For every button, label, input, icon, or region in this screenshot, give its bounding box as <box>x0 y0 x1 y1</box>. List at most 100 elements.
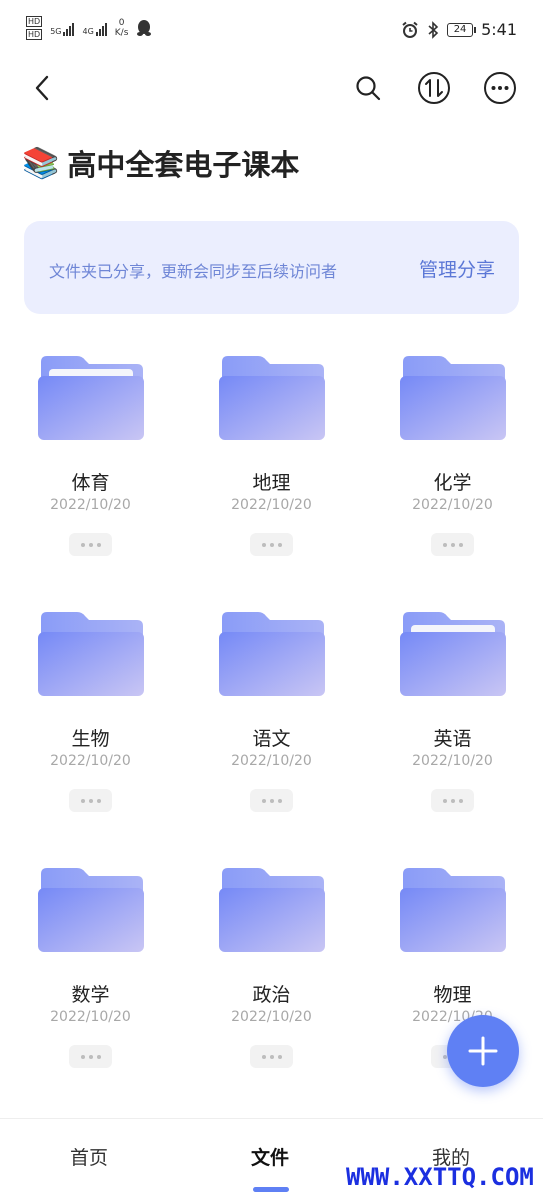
active-tab-indicator <box>253 1187 289 1192</box>
folder-icon <box>38 612 144 696</box>
search-button[interactable] <box>348 68 388 108</box>
speed-value: 0 <box>118 18 125 28</box>
folder-icon <box>219 612 325 696</box>
battery-icon: 24 <box>447 22 477 37</box>
battery-level: 24 <box>453 24 467 35</box>
clock: 5:41 <box>481 20 517 39</box>
sort-button[interactable] <box>414 68 454 108</box>
folder-item[interactable]: 语文 2022/10/20 <box>181 604 362 844</box>
dot-icon <box>261 1054 266 1059</box>
dot-icon <box>261 798 266 803</box>
folder-item[interactable]: 生物 2022/10/20 <box>0 604 181 844</box>
folder-item[interactable]: 体育 2022/10/20 <box>0 348 181 588</box>
network-2-label: 4G <box>82 27 94 36</box>
nav-home[interactable]: 首页 <box>70 1143 108 1170</box>
nav-files[interactable]: 文件 <box>251 1143 289 1170</box>
folder-more-button[interactable] <box>431 789 474 812</box>
dot-icon <box>442 1054 447 1059</box>
dot-icon <box>277 542 282 547</box>
dot-icon <box>277 1054 282 1059</box>
folder-name: 政治 <box>252 984 291 1006</box>
dot-icon <box>277 798 282 803</box>
top-bar <box>0 60 543 116</box>
dot-icon <box>88 542 93 547</box>
folder-item[interactable]: 化学 2022/10/20 <box>362 348 543 588</box>
folder-item[interactable]: 英语 2022/10/20 <box>362 604 543 844</box>
speed-unit: K/s <box>114 28 129 38</box>
sim-labels: HD HD <box>26 16 43 40</box>
dot-icon <box>458 542 463 547</box>
dot-icon <box>450 798 455 803</box>
dot-icon <box>442 542 447 547</box>
folder-name: 数学 <box>71 984 110 1006</box>
share-banner: 文件夹已分享，更新会同步至后续访问者 管理分享 <box>24 221 519 314</box>
folder-date: 2022/10/20 <box>50 1009 131 1025</box>
bluetooth-icon <box>428 20 439 39</box>
status-left: HD HD 5G 4G 0 K/s <box>26 16 152 40</box>
dot-icon <box>269 542 274 547</box>
folder-name: 生物 <box>71 728 110 750</box>
folder-more-button[interactable] <box>250 789 293 812</box>
dot-icon <box>96 542 101 547</box>
dot-icon <box>80 542 85 547</box>
folder-date: 2022/10/20 <box>231 1009 312 1025</box>
dot-icon <box>261 542 266 547</box>
folder-more-button[interactable] <box>69 789 112 812</box>
folder-more-button[interactable] <box>69 1045 112 1068</box>
folder-icon <box>219 868 325 952</box>
folder-more-button[interactable] <box>250 1045 293 1068</box>
folder-more-button[interactable] <box>431 533 474 556</box>
more-horizontal-icon <box>484 72 516 104</box>
folder-icon <box>400 356 506 440</box>
folder-name: 语文 <box>252 728 291 750</box>
folder-date: 2022/10/20 <box>412 1009 493 1025</box>
folder-name: 英语 <box>433 728 472 750</box>
dot-icon <box>269 1054 274 1059</box>
folder-more-button[interactable] <box>250 533 293 556</box>
dot-icon <box>458 798 463 803</box>
folder-item[interactable]: 地理 2022/10/20 <box>181 348 362 588</box>
dot-icon <box>80 1054 85 1059</box>
folder-item[interactable]: 数学 2022/10/20 <box>0 860 181 1100</box>
books-icon: 📚 <box>22 145 60 181</box>
back-button[interactable] <box>22 68 62 108</box>
folder-icon <box>219 356 325 440</box>
dot-icon <box>88 798 93 803</box>
watermark: WWW.XXTTQ.COM <box>346 1163 534 1191</box>
signal-2: 4G <box>82 20 107 36</box>
folder-name: 物理 <box>433 984 472 1006</box>
folder-name: 体育 <box>71 472 110 494</box>
folder-icon <box>400 868 506 952</box>
folder-item[interactable]: 政治 2022/10/20 <box>181 860 362 1100</box>
folder-more-button[interactable] <box>69 533 112 556</box>
dot-icon <box>96 1054 101 1059</box>
folder-icon <box>38 356 144 440</box>
signal-bars-1-icon <box>63 20 75 36</box>
folder-date: 2022/10/20 <box>231 753 312 769</box>
alarm-icon <box>402 21 418 38</box>
sim1-label: HD <box>26 16 43 27</box>
folder-date: 2022/10/20 <box>50 497 131 513</box>
folder-date: 2022/10/20 <box>412 753 493 769</box>
dot-icon <box>442 798 447 803</box>
sim2-label: HD <box>26 29 43 40</box>
network-1-label: 5G <box>50 27 62 36</box>
folder-name: 化学 <box>433 472 472 494</box>
chevron-left-icon <box>35 75 49 101</box>
plus-icon <box>468 1036 498 1066</box>
manage-share-button[interactable]: 管理分享 <box>419 255 495 282</box>
signal-1: 5G <box>50 20 75 36</box>
folder-name: 地理 <box>252 472 291 494</box>
more-button[interactable] <box>480 68 520 108</box>
dot-icon <box>450 542 455 547</box>
add-button[interactable] <box>447 1015 519 1087</box>
folder-icon <box>400 612 506 696</box>
status-bar: HD HD 5G 4G 0 K/s 24 5:41 <box>0 0 543 60</box>
dot-icon <box>269 798 274 803</box>
folder-icon <box>38 868 144 952</box>
share-notice-text: 文件夹已分享，更新会同步至后续访问者 <box>49 262 338 281</box>
dot-icon <box>96 798 101 803</box>
page-title-text: 高中全套电子课本 <box>67 148 300 182</box>
sort-icon <box>418 72 450 104</box>
signal-bars-2-icon <box>95 20 107 36</box>
